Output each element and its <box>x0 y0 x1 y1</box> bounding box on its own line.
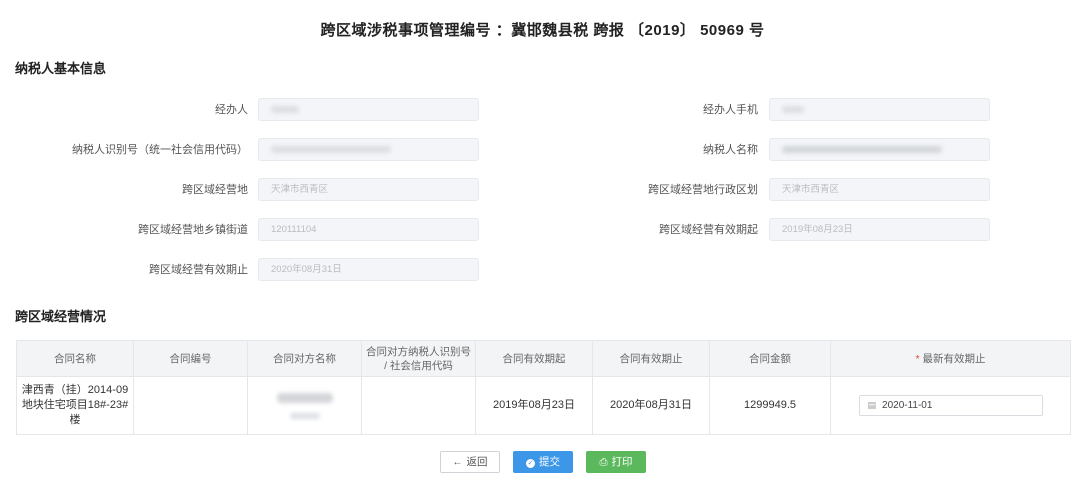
form-row-street: 跨区域经营地乡镇街道 120111104 跨区域经营有效期起 2019年08月2… <box>0 218 1080 242</box>
business-location-field[interactable]: 天津市西青区 <box>258 178 479 201</box>
header-contract-name: 合同名称 <box>16 340 134 377</box>
required-mark: * <box>915 352 920 365</box>
taxpayer-id-field[interactable] <box>258 138 479 161</box>
back-button[interactable]: ← 返回 <box>440 451 500 473</box>
printer-icon: ⎙ <box>599 457 608 468</box>
handler-phone-field[interactable] <box>769 98 990 121</box>
submit-button-label: 提交 <box>539 456 560 468</box>
page-title: 跨区域涉税事项管理编号 ：冀邯魏县税 跨报 〔2019〕 50969 号 <box>320 22 765 39</box>
table-header-row: 合同名称 合同编号 合同对方名称 合同对方纳税人识别号 / 社会信用代码 合同有… <box>16 340 1071 377</box>
submit-button[interactable]: ✓ 提交 <box>513 451 573 473</box>
business-district-field[interactable]: 天津市西青区 <box>769 178 990 201</box>
header-latest-end: * 最新有效期止 <box>830 340 1071 377</box>
arrow-left-icon: ← <box>452 457 463 468</box>
cell-contract-end: 2020年08月31日 <box>592 376 710 435</box>
form-row-valid-end: 跨区域经营有效期止 2020年08月31日 <box>0 258 1080 282</box>
valid-end-field[interactable]: 2020年08月31日 <box>258 258 479 281</box>
cell-contract-no <box>133 376 248 435</box>
latest-end-date-value: 2020-11-01 <box>882 400 933 411</box>
header-counterparty-name: 合同对方名称 <box>247 340 362 377</box>
taxpayer-id-label: 纳税人识别号（统一社会信用代码） <box>72 144 248 156</box>
valid-end-label: 跨区域经营有效期止 <box>149 264 248 276</box>
calendar-icon: ▤ <box>867 400 877 410</box>
valid-start-label: 跨区域经营有效期起 <box>659 224 758 236</box>
business-location-label: 跨区域经营地 <box>182 184 248 196</box>
taxpayer-name-field[interactable] <box>769 138 990 161</box>
form-row-taxpayer: 纳税人识别号（统一社会信用代码） 纳税人名称 <box>0 138 1080 162</box>
street-label: 跨区域经营地乡镇街道 <box>138 224 248 236</box>
cell-contract-name: 津西青（挂）2014-09地块住宅项目18#-23#楼 <box>16 376 134 435</box>
cell-latest-end: ▤ 2020-11-01 <box>830 376 1071 435</box>
print-button-label: 打印 <box>611 456 633 468</box>
section-title-business: 跨区域经营情况 <box>15 309 107 324</box>
handler-field[interactable] <box>258 98 479 121</box>
handler-label: 经办人 <box>215 104 248 116</box>
header-contract-no: 合同编号 <box>133 340 248 377</box>
handler-phone-label: 经办人手机 <box>703 104 758 116</box>
taxpayer-name-label: 纳税人名称 <box>703 144 758 156</box>
street-field[interactable]: 120111104 <box>258 218 479 241</box>
form-row-location: 跨区域经营地 天津市西青区 跨区域经营地行政区划 天津市西青区 <box>0 178 1080 202</box>
print-button[interactable]: ⎙ 打印 <box>586 451 646 473</box>
section-title-taxpayer: 纳税人基本信息 <box>15 61 107 76</box>
header-contract-start: 合同有效期起 <box>475 340 593 377</box>
header-contract-end: 合同有效期止 <box>592 340 710 377</box>
table-row: 津西青（挂）2014-09地块住宅项目18#-23#楼 2019年08月23日 … <box>16 376 1071 435</box>
latest-end-date-input[interactable]: ▤ 2020-11-01 <box>858 395 1043 416</box>
header-latest-end-label: 最新有效期止 <box>922 352 986 365</box>
cell-contract-start: 2019年08月23日 <box>475 376 593 435</box>
header-counterparty-id: 合同对方纳税人识别号 / 社会信用代码 <box>361 340 476 377</box>
cell-contract-amount: 1299949.5 <box>709 376 831 435</box>
valid-start-field[interactable]: 2019年08月23日 <box>769 218 990 241</box>
cell-counterparty-name <box>247 376 362 435</box>
check-circle-icon: ✓ <box>526 459 535 468</box>
contract-table: 合同名称 合同编号 合同对方名称 合同对方纳税人识别号 / 社会信用代码 合同有… <box>16 340 1071 435</box>
cell-counterparty-id <box>361 376 476 435</box>
back-button-label: 返回 <box>466 456 488 468</box>
form-row-handler: 经办人 经办人手机 <box>0 98 1080 122</box>
business-district-label: 跨区域经营地行政区划 <box>648 184 758 196</box>
header-contract-amount: 合同金额 <box>709 340 831 377</box>
